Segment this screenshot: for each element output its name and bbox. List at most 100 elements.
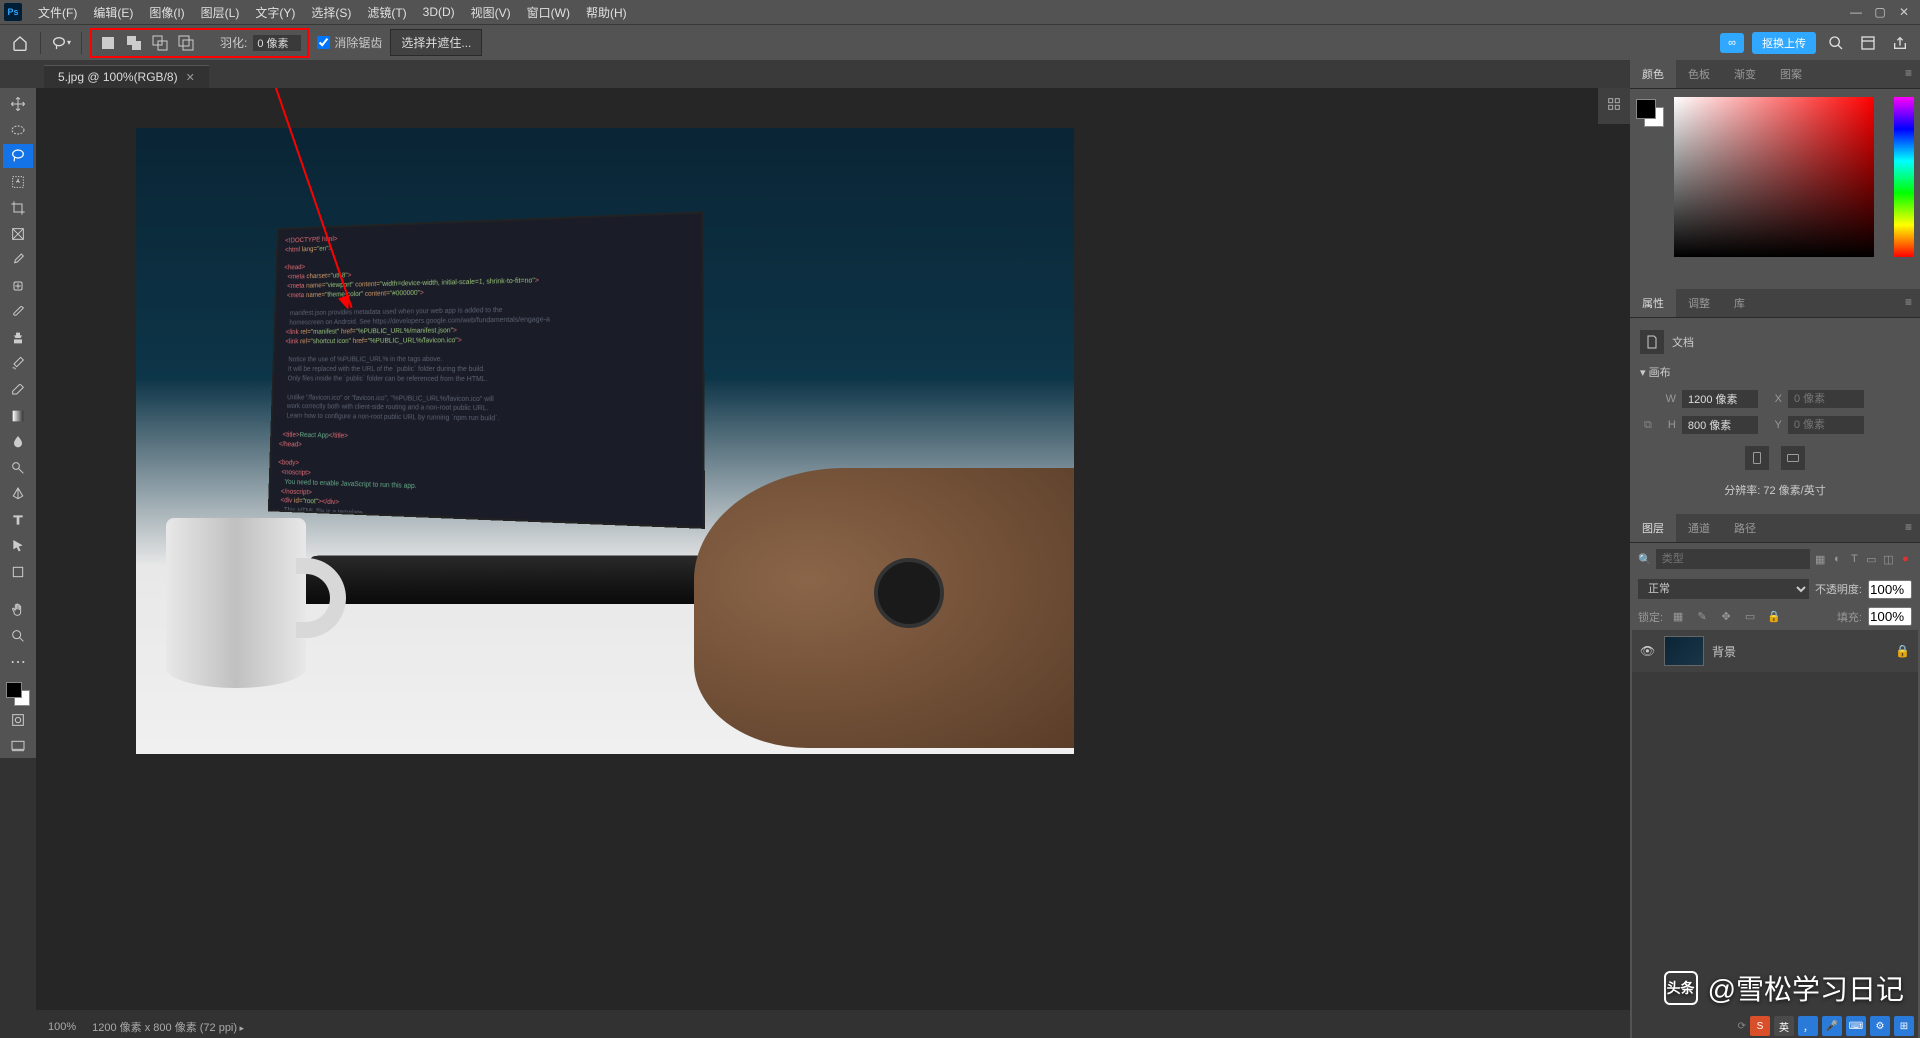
feather-input[interactable] [253,35,301,51]
antialias-checkbox[interactable]: 消除锯齿 [317,34,382,51]
tab-swatches[interactable]: 色板 [1676,60,1722,88]
document-tab[interactable]: 5.jpg @ 100%(RGB/8) ✕ [44,65,209,88]
tab-layers[interactable]: 图层 [1630,514,1676,542]
window-minimize-icon[interactable]: — [1844,5,1868,19]
window-close-icon[interactable]: ✕ [1892,5,1916,19]
clone-stamp-tool-icon[interactable] [3,326,33,350]
menu-filter[interactable]: 滤镜(T) [359,4,414,21]
visibility-eye-icon[interactable]: 👁 [1640,644,1656,658]
layer-locked-icon[interactable]: 🔒 [1895,644,1910,658]
document-canvas[interactable]: <!DOCTYPE html> <html lang="en"> <head> … [136,128,1074,754]
menu-file[interactable]: 文件(F) [30,4,85,21]
tab-channels[interactable]: 通道 [1676,514,1722,542]
home-icon[interactable] [8,31,32,55]
menu-type[interactable]: 文字(Y) [247,4,303,21]
zoom-tool-icon[interactable] [3,624,33,648]
tab-adjustments[interactable]: 调整 [1676,289,1722,317]
x-input[interactable] [1788,390,1864,408]
window-maximize-icon[interactable]: ▢ [1868,5,1892,19]
lock-pixels-icon[interactable]: ✎ [1693,608,1711,626]
ime-toolbox-icon[interactable]: ⊞ [1894,1016,1914,1036]
upload-button[interactable]: 抠换上传 [1752,32,1816,54]
shape-tool-icon[interactable] [3,560,33,584]
history-panel-icon[interactable] [1602,92,1626,116]
share-icon[interactable] [1888,31,1912,55]
blur-tool-icon[interactable] [3,430,33,454]
selection-intersect-icon[interactable] [176,33,196,53]
orientation-landscape-icon[interactable] [1781,446,1805,470]
lasso-tool-icon[interactable] [3,144,33,168]
y-input[interactable] [1788,416,1864,434]
color-field[interactable] [1674,97,1874,257]
lock-artboard-icon[interactable]: ▭ [1741,608,1759,626]
marquee-tool-icon[interactable] [3,118,33,142]
lock-transparency-icon[interactable]: ▦ [1669,608,1687,626]
ime-lang-icon[interactable]: 英 [1774,1016,1794,1036]
quick-mask-icon[interactable] [3,708,33,732]
screen-mode-icon[interactable] [3,734,33,758]
filter-toggle-icon[interactable]: ● [1899,550,1912,568]
ime-voice-icon[interactable]: 🎤 [1822,1016,1842,1036]
lock-position-icon[interactable]: ✥ [1717,608,1735,626]
width-input[interactable] [1682,390,1758,408]
move-tool-icon[interactable] [3,92,33,116]
link-wh-icon[interactable]: ⧉ [1644,419,1652,432]
tab-gradients[interactable]: 渐变 [1722,60,1768,88]
history-brush-tool-icon[interactable] [3,352,33,376]
lasso-tool-icon[interactable]: ▾ [49,31,73,55]
hue-slider[interactable] [1894,97,1914,257]
blend-mode-select[interactable]: 正常 [1638,579,1809,599]
tab-properties[interactable]: 属性 [1630,289,1676,317]
cloud-sync-icon[interactable]: ∞ [1720,33,1744,53]
opacity-input[interactable] [1868,580,1912,599]
tab-color[interactable]: 颜色 [1630,60,1676,88]
layer-item[interactable]: 👁 背景 🔒 [1632,630,1918,672]
selection-new-icon[interactable] [98,33,118,53]
filter-adjust-icon[interactable]: ◐ [1831,550,1844,568]
lock-all-icon[interactable]: 🔒 [1765,608,1783,626]
menu-select[interactable]: 选择(S) [303,4,359,21]
selection-subtract-icon[interactable] [150,33,170,53]
filter-pixel-icon[interactable]: ▦ [1814,550,1827,568]
tab-patterns[interactable]: 图案 [1768,60,1814,88]
document-info[interactable]: 1200 像素 x 800 像素 (72 ppi) [92,1019,244,1035]
menu-3d[interactable]: 3D(D) [415,5,463,19]
ime-arrow-icon[interactable]: ⟳ [1738,1021,1746,1032]
brush-tool-icon[interactable] [3,300,33,324]
filter-shape-icon[interactable]: ▭ [1865,550,1878,568]
select-and-mask-button[interactable]: 选择并遮住... [390,29,482,56]
edit-toolbar-icon[interactable]: ⋯ [3,650,33,674]
healing-brush-tool-icon[interactable] [3,274,33,298]
orientation-portrait-icon[interactable] [1745,446,1769,470]
ime-keyboard-icon[interactable]: ⌨ [1846,1016,1866,1036]
dodge-tool-icon[interactable] [3,456,33,480]
quick-selection-tool-icon[interactable] [3,170,33,194]
layer-filter-input[interactable] [1656,549,1810,569]
tab-libraries[interactable]: 库 [1722,289,1757,317]
menu-image[interactable]: 图像(I) [141,4,192,21]
height-input[interactable] [1682,416,1758,434]
crop-tool-icon[interactable] [3,196,33,220]
layer-thumbnail[interactable] [1664,636,1704,666]
hand-tool-icon[interactable] [3,598,33,622]
ime-skin-icon[interactable]: ⚙ [1870,1016,1890,1036]
menu-view[interactable]: 视图(V) [463,4,519,21]
search-icon[interactable] [1824,31,1848,55]
menu-layer[interactable]: 图层(L) [193,4,248,21]
canvas-section-toggle[interactable]: ▾ 画布 [1640,358,1910,386]
tab-paths[interactable]: 路径 [1722,514,1768,542]
foreground-background-colors[interactable] [6,682,30,706]
menu-help[interactable]: 帮助(H) [578,4,635,21]
type-tool-icon[interactable] [3,508,33,532]
workspace-icon[interactable] [1856,31,1880,55]
zoom-level[interactable]: 100% [48,1021,76,1033]
close-tab-icon[interactable]: ✕ [186,71,195,84]
eyedropper-tool-icon[interactable] [3,248,33,272]
panel-menu-icon[interactable]: ≡ [1897,289,1920,317]
canvas-area[interactable]: <!DOCTYPE html> <html lang="en"> <head> … [36,88,1630,1010]
eraser-tool-icon[interactable] [3,378,33,402]
panel-menu-icon[interactable]: ≡ [1897,60,1920,88]
filter-smart-icon[interactable]: ◫ [1882,550,1895,568]
panel-menu-icon[interactable]: ≡ [1897,514,1920,542]
frame-tool-icon[interactable] [3,222,33,246]
